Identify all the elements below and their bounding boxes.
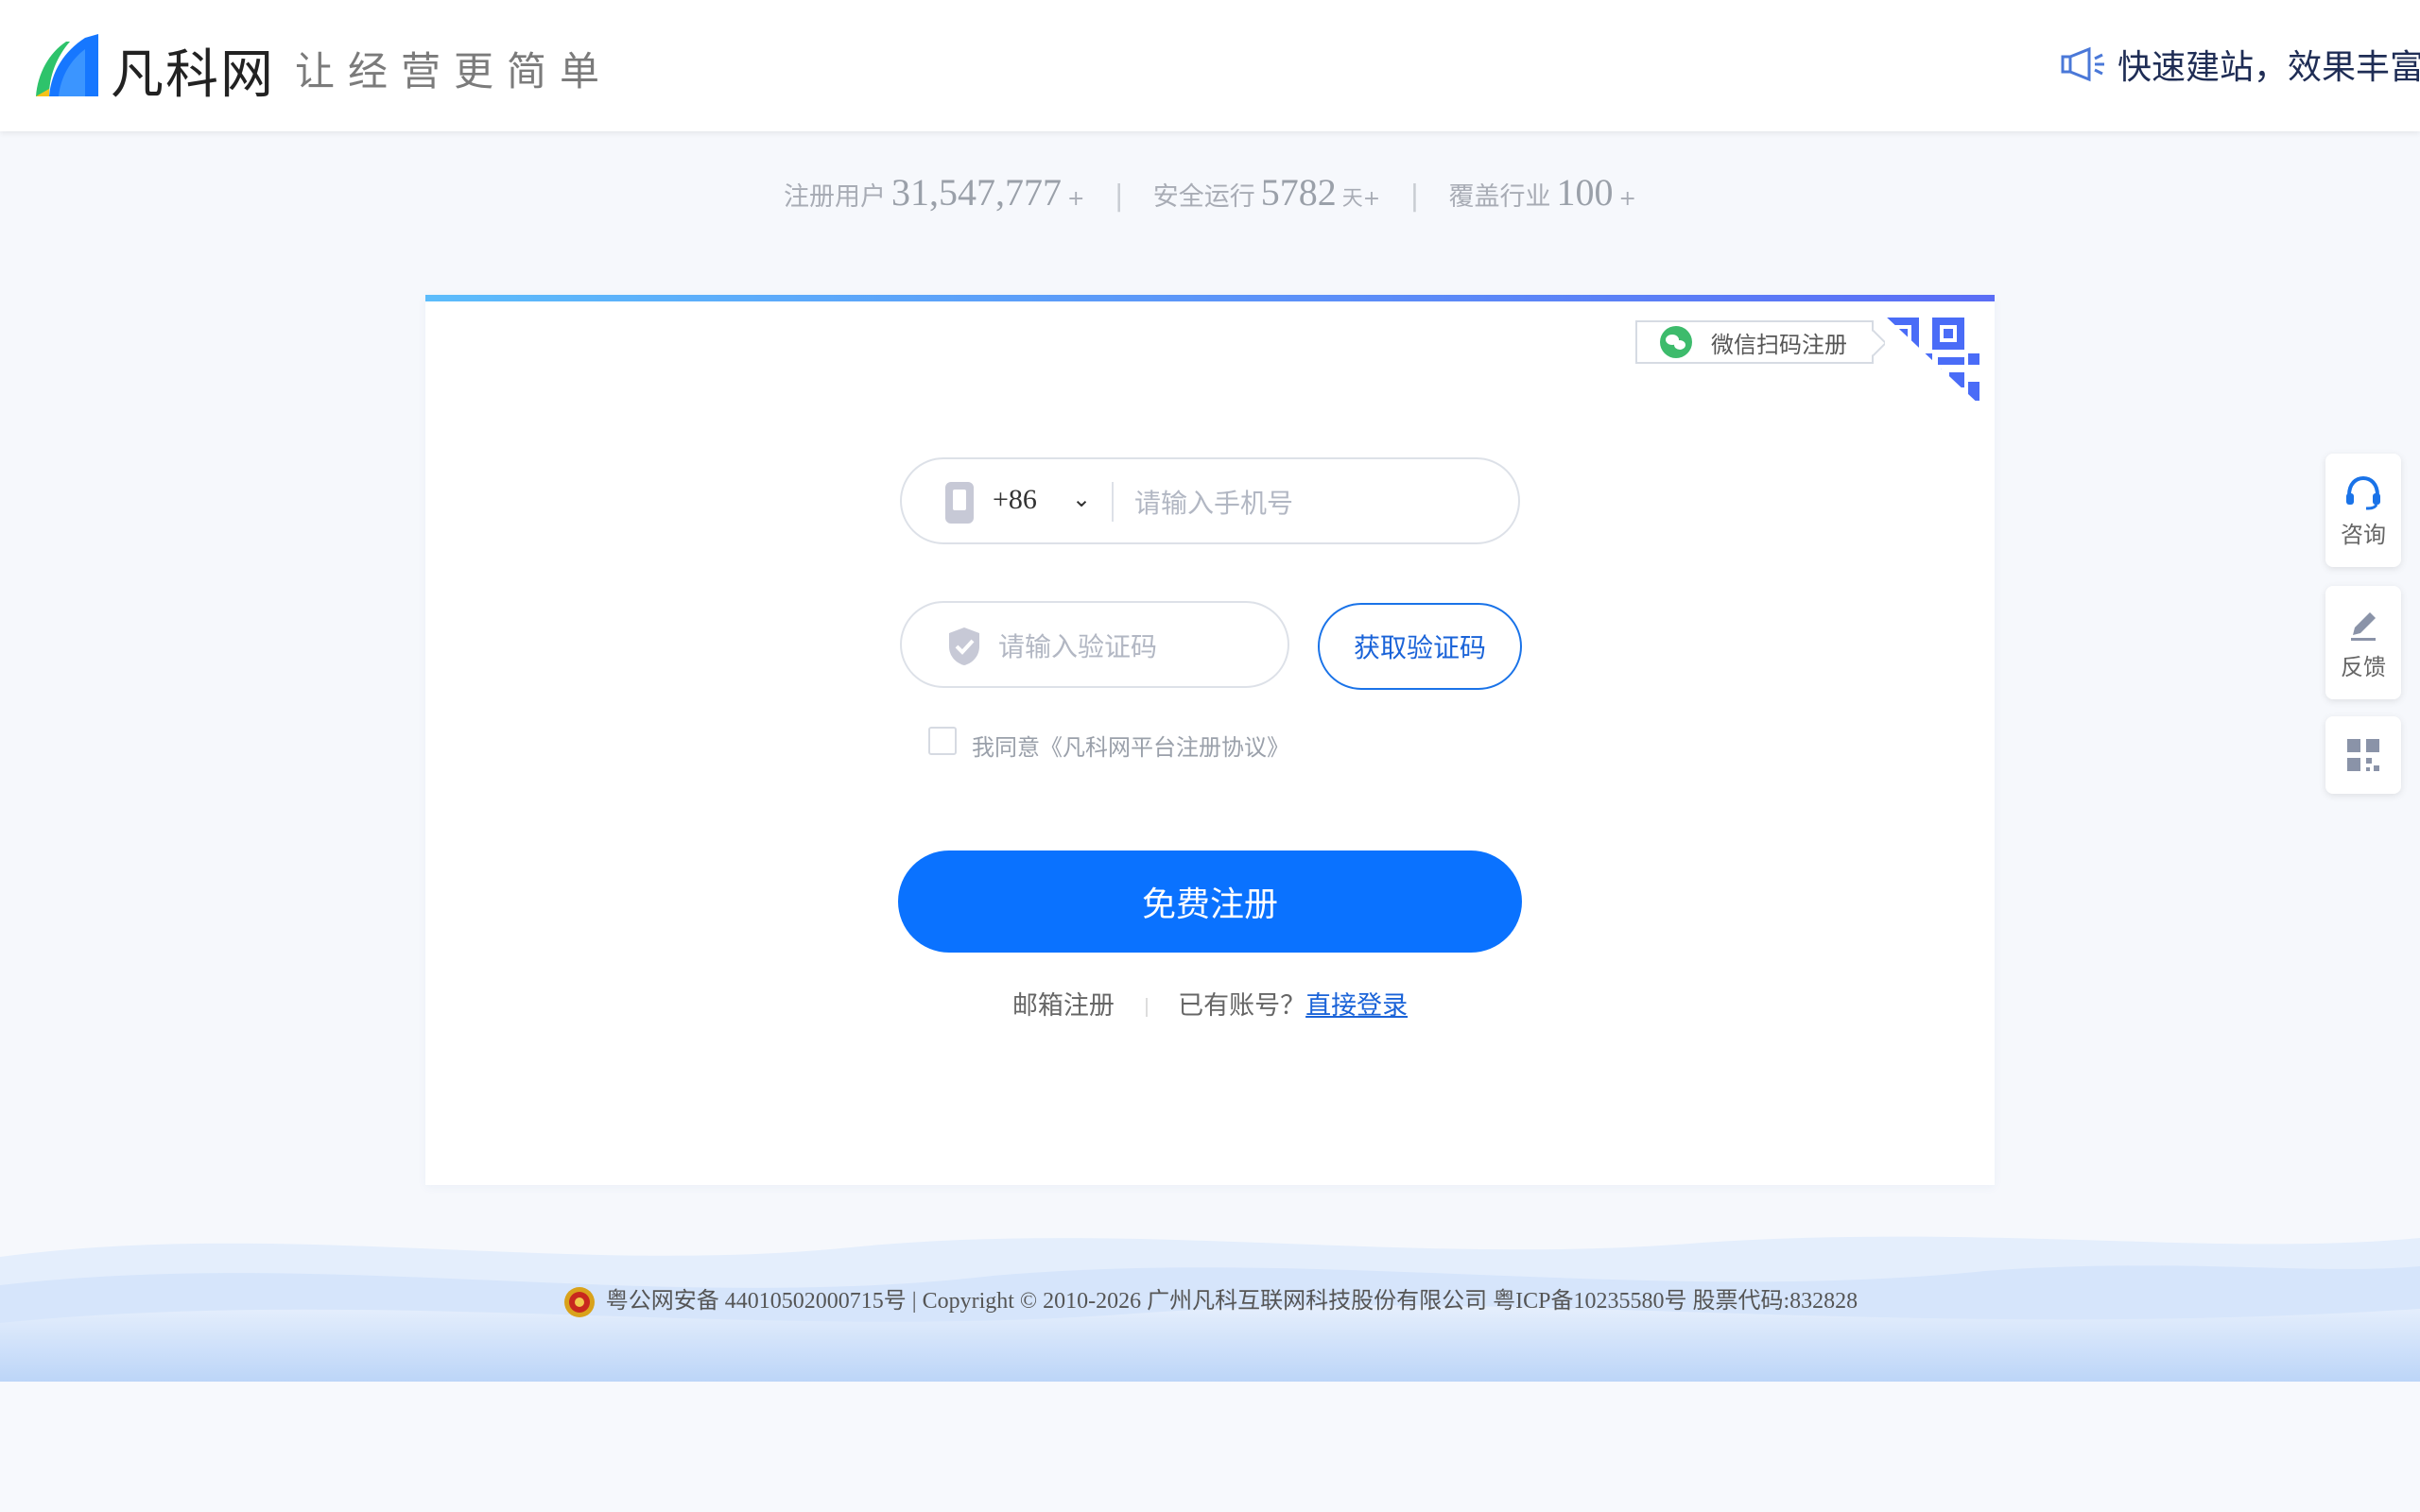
stat-value: 31,547,777 — [891, 171, 1063, 214]
link-divider — [1145, 997, 1148, 1017]
phone-field[interactable]: +86 ⌄ — [900, 457, 1520, 544]
qr-code-button[interactable] — [2325, 716, 2401, 794]
stat-safe-run: 安全运行 5782 天+ — [1153, 170, 1380, 215]
phone-input[interactable] — [1132, 478, 1495, 527]
verification-code-field[interactable] — [900, 601, 1289, 688]
wechat-tip-text: 微信扫码注册 — [1711, 331, 1847, 358]
consult-button[interactable]: 咨询 — [2325, 454, 2401, 567]
footer-copyright: 粤公网安备 44010502000715号 | Copyright © 2010… — [0, 1281, 2420, 1319]
register-card: 微信扫码注册 +86 ⌄ 获取验证码 我同意《凡科网平台注册协议》 免费注册 — [425, 295, 1995, 1185]
feedback-button[interactable]: 反馈 — [2325, 586, 2401, 699]
stat-label: 注册用户 — [784, 182, 887, 212]
stat-label: 覆盖行业 — [1448, 182, 1551, 212]
login-link[interactable]: 直接登录 — [1305, 991, 1408, 1021]
footer-text: 粤公网安备 44010502000715号 | Copyright © 2010… — [605, 1289, 1858, 1314]
verification-code-input[interactable] — [996, 622, 1265, 671]
stat-suffix: + — [1618, 187, 1636, 211]
stat-suffix: 天+ — [1341, 187, 1381, 211]
agreement-text[interactable]: 我同意《凡科网平台注册协议》 — [972, 729, 1289, 762]
mobile-phone-icon — [945, 482, 974, 524]
qr-code-icon[interactable] — [1885, 316, 1983, 408]
agreement-checkbox[interactable] — [928, 727, 957, 755]
stat-label: 安全运行 — [1152, 182, 1255, 212]
stat-registered-users: 注册用户 31,547,777 + — [784, 170, 1084, 215]
has-account-text: 已有账号？ — [1178, 991, 1306, 1021]
slogan: 让经营更简单 — [295, 48, 614, 94]
country-code-select[interactable]: +86 — [993, 484, 1037, 516]
pencil-icon — [2351, 612, 2376, 641]
feedback-label: 反馈 — [2341, 654, 2386, 680]
logo-icon[interactable] — [32, 30, 102, 100]
megaphone-icon — [2061, 46, 2104, 82]
top-header: 凡科网 让经营更简单 快速建站，效果丰富 — [0, 0, 2420, 131]
police-badge-icon — [563, 1287, 595, 1318]
stat-industries: 覆盖行业 100 + — [1449, 170, 1636, 215]
qr-code-icon — [2347, 739, 2379, 771]
stats-bar: 注册用户 31,547,777 + | 安全运行 5782 天+ | 覆盖行业 100 + — [0, 170, 2420, 215]
wechat-register-tip[interactable]: 微信扫码注册 — [1635, 320, 1874, 364]
wechat-icon — [1660, 326, 1692, 358]
get-code-button[interactable]: 获取验证码 — [1318, 603, 1522, 690]
field-divider — [1112, 482, 1114, 522]
free-register-button[interactable]: 免费注册 — [898, 850, 1522, 953]
stat-divider: | — [1114, 180, 1124, 213]
promo-banner[interactable]: 快速建站，效果丰富 — [2061, 40, 2420, 89]
chevron-down-icon[interactable]: ⌄ — [1072, 486, 1091, 512]
stat-divider: | — [1409, 180, 1420, 213]
logo-text[interactable]: 凡科网 — [111, 32, 275, 109]
promo-text: 快速建站，效果丰富 — [2118, 48, 2420, 87]
consult-label: 咨询 — [2341, 522, 2386, 548]
stat-suffix: + — [1067, 187, 1085, 211]
headset-icon — [2346, 475, 2380, 510]
email-register-link[interactable]: 邮箱注册 — [1012, 991, 1115, 1021]
card-accent-bar — [425, 295, 1995, 301]
stat-value: 5782 — [1260, 171, 1337, 214]
stat-value: 100 — [1556, 171, 1614, 214]
footer-blank-area — [0, 1382, 2420, 1512]
shield-check-icon — [949, 627, 979, 665]
bottom-links: 邮箱注册 已有账号？直接登录 — [425, 985, 1995, 1022]
